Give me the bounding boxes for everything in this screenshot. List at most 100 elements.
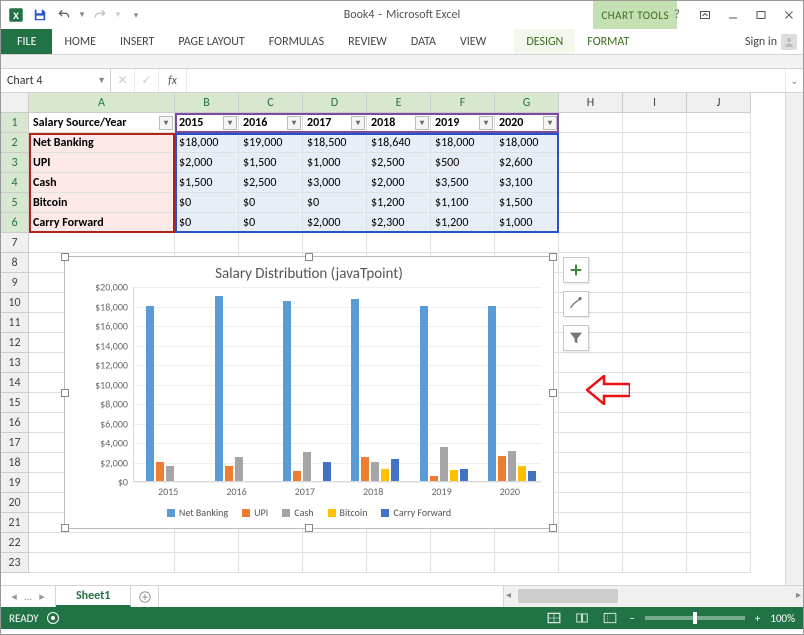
cell[interactable] bbox=[687, 313, 751, 333]
cell[interactable] bbox=[687, 273, 751, 293]
cell[interactable]: Bitcoin bbox=[29, 193, 175, 213]
cell[interactable]: $1,200 bbox=[367, 193, 431, 213]
cell[interactable]: 2015▾ bbox=[175, 113, 239, 133]
chart-object[interactable]: Salary Distribution (javaTpoint) $0$2,00… bbox=[64, 256, 554, 529]
cell[interactable]: $2,600 bbox=[495, 153, 559, 173]
cell[interactable] bbox=[559, 113, 623, 133]
cell[interactable] bbox=[623, 513, 687, 533]
cell[interactable] bbox=[623, 493, 687, 513]
sign-in[interactable]: Sign in bbox=[745, 29, 797, 55]
cell[interactable] bbox=[431, 233, 495, 253]
fx-icon[interactable]: fx bbox=[159, 69, 187, 92]
cell[interactable] bbox=[687, 433, 751, 453]
cell[interactable] bbox=[559, 153, 623, 173]
cell[interactable] bbox=[29, 553, 175, 573]
cell[interactable] bbox=[623, 333, 687, 353]
cell[interactable] bbox=[367, 533, 431, 553]
filter-dropdown-icon[interactable]: ▾ bbox=[223, 116, 237, 130]
row-header[interactable]: 4 bbox=[1, 173, 29, 193]
filter-dropdown-icon[interactable]: ▾ bbox=[415, 116, 429, 130]
chart-bar[interactable] bbox=[283, 301, 291, 481]
cell[interactable] bbox=[239, 533, 303, 553]
column-header[interactable]: I bbox=[623, 93, 687, 113]
row-header[interactable]: 17 bbox=[1, 433, 29, 453]
tab-design[interactable]: DESIGN bbox=[514, 29, 575, 54]
cell[interactable] bbox=[687, 413, 751, 433]
chart-plot-area[interactable]: $0$2,000$4,000$6,000$8,000$10,000$12,000… bbox=[133, 287, 541, 482]
cell[interactable]: Salary Source/Year▾ bbox=[29, 113, 175, 133]
cell[interactable]: $18,000 bbox=[495, 133, 559, 153]
cell[interactable] bbox=[623, 253, 687, 273]
chart-bar[interactable] bbox=[498, 456, 506, 481]
sheet-nav-prev-icon[interactable]: … bbox=[21, 590, 35, 603]
chart-handle[interactable] bbox=[61, 389, 69, 397]
cell[interactable] bbox=[559, 213, 623, 233]
cell[interactable] bbox=[559, 533, 623, 553]
new-sheet-button[interactable] bbox=[131, 586, 159, 607]
cell[interactable] bbox=[687, 293, 751, 313]
maximize-icon[interactable] bbox=[747, 1, 775, 29]
undo-icon[interactable] bbox=[53, 4, 75, 26]
cell[interactable] bbox=[559, 453, 623, 473]
cell[interactable] bbox=[623, 193, 687, 213]
cell[interactable] bbox=[431, 533, 495, 553]
column-header[interactable]: H bbox=[559, 93, 623, 113]
cell[interactable]: $1,000 bbox=[303, 153, 367, 173]
cell[interactable] bbox=[367, 233, 431, 253]
row-header[interactable]: 8 bbox=[1, 253, 29, 273]
legend-item[interactable]: Net Banking bbox=[167, 506, 228, 519]
tab-review[interactable]: REVIEW bbox=[336, 29, 399, 54]
cell[interactable]: $2,000 bbox=[303, 213, 367, 233]
tab-home[interactable]: HOME bbox=[52, 29, 108, 54]
filter-dropdown-icon[interactable]: ▾ bbox=[479, 116, 493, 130]
cell[interactable] bbox=[559, 353, 623, 373]
cell[interactable] bbox=[687, 213, 751, 233]
cell[interactable] bbox=[29, 533, 175, 553]
filter-dropdown-icon[interactable]: ▾ bbox=[351, 116, 365, 130]
chart-bar[interactable] bbox=[323, 462, 331, 482]
qat-customize-icon[interactable]: ▾ bbox=[125, 4, 147, 26]
row-header[interactable]: 16 bbox=[1, 413, 29, 433]
cell[interactable] bbox=[687, 393, 751, 413]
cell[interactable]: 2019▾ bbox=[431, 113, 495, 133]
chart-bar[interactable] bbox=[166, 466, 174, 481]
tab-page-layout[interactable]: PAGE LAYOUT bbox=[166, 29, 256, 54]
chart-bar[interactable] bbox=[391, 459, 399, 481]
cell[interactable]: $3,500 bbox=[431, 173, 495, 193]
cell[interactable] bbox=[495, 233, 559, 253]
redo-icon[interactable] bbox=[89, 4, 111, 26]
view-page-break-icon[interactable] bbox=[601, 610, 619, 626]
hscroll-thumb[interactable] bbox=[518, 589, 618, 603]
cell[interactable]: $1,500 bbox=[239, 153, 303, 173]
cell[interactable]: 2016▾ bbox=[239, 113, 303, 133]
tab-format[interactable]: FORMAT bbox=[575, 29, 641, 54]
legend-item[interactable]: UPI bbox=[242, 506, 268, 519]
legend-item[interactable]: Carry Forward bbox=[381, 506, 451, 519]
cancel-formula-icon[interactable]: ✕ bbox=[111, 69, 135, 92]
enter-formula-icon[interactable]: ✓ bbox=[135, 69, 159, 92]
cell[interactable]: $2,500 bbox=[239, 173, 303, 193]
close-icon[interactable] bbox=[775, 1, 803, 29]
row-header[interactable]: 2 bbox=[1, 133, 29, 153]
chart-bar[interactable] bbox=[156, 462, 164, 482]
cell[interactable] bbox=[559, 233, 623, 253]
chart-bar[interactable] bbox=[450, 470, 458, 481]
minimize-icon[interactable] bbox=[719, 1, 747, 29]
chart-bar[interactable] bbox=[508, 451, 516, 481]
cell[interactable] bbox=[687, 373, 751, 393]
cell[interactable] bbox=[559, 193, 623, 213]
cell[interactable] bbox=[623, 273, 687, 293]
cell[interactable]: $0 bbox=[239, 213, 303, 233]
cell[interactable] bbox=[687, 553, 751, 573]
cell[interactable] bbox=[687, 453, 751, 473]
cell[interactable] bbox=[623, 453, 687, 473]
row-header[interactable]: 1 bbox=[1, 113, 29, 133]
row-header[interactable]: 18 bbox=[1, 453, 29, 473]
cell[interactable] bbox=[687, 253, 751, 273]
filter-dropdown-icon[interactable]: ▾ bbox=[159, 116, 173, 130]
redo-dropdown-icon[interactable]: ▼ bbox=[113, 4, 123, 26]
view-page-layout-icon[interactable] bbox=[573, 610, 591, 626]
cell[interactable]: 2020▾ bbox=[495, 113, 559, 133]
cell[interactable] bbox=[687, 353, 751, 373]
cell[interactable]: $2,000 bbox=[175, 153, 239, 173]
